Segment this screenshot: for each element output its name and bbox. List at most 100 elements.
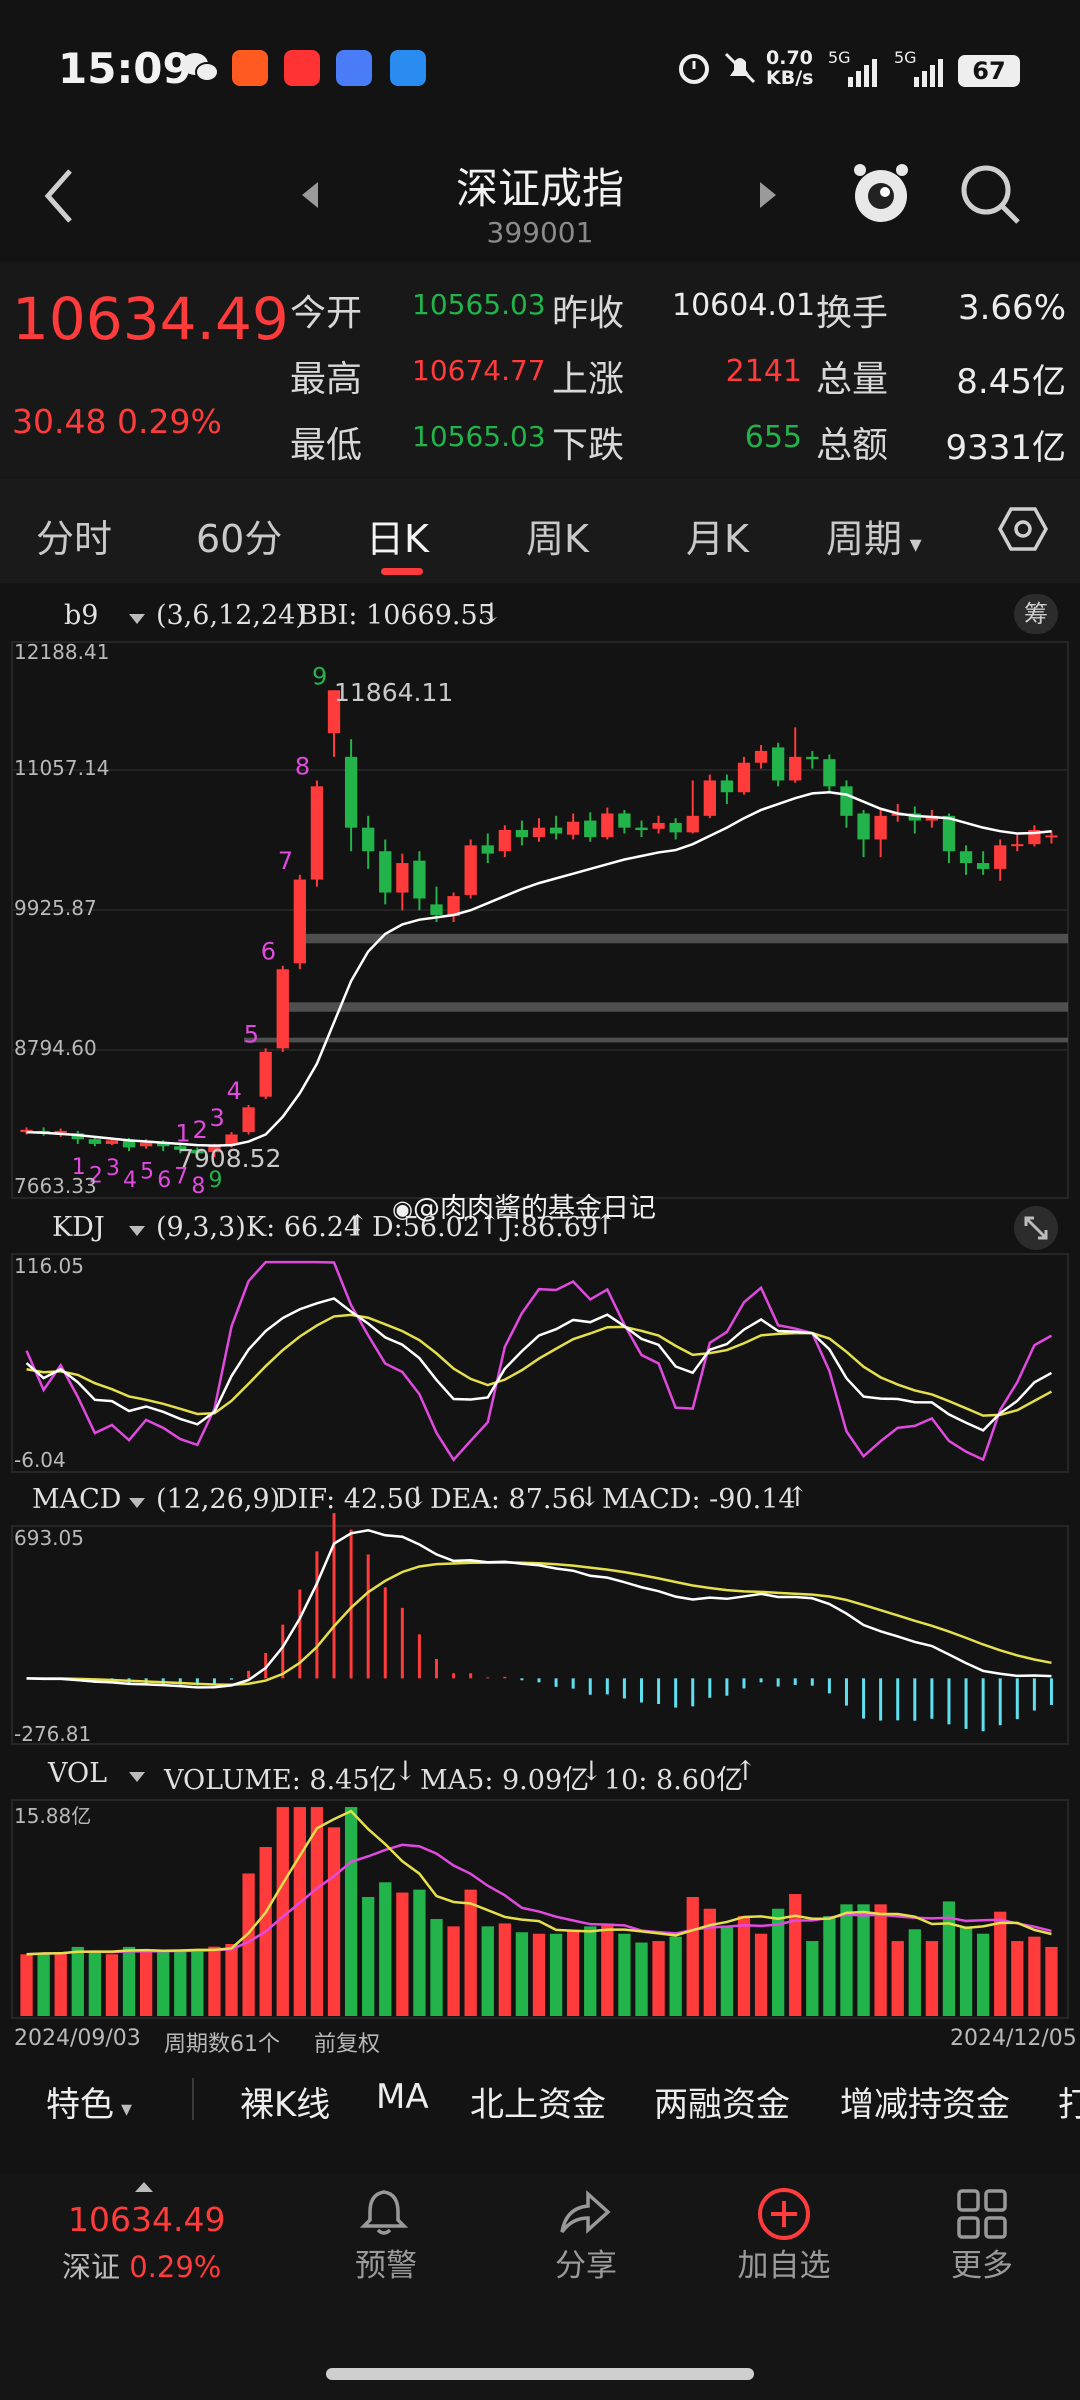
candle-body-35 <box>618 813 631 828</box>
feature-ma[interactable]: MA <box>376 2077 429 2117</box>
up-mark-5: 6 <box>261 938 276 966</box>
nine-turn-marks: 1 2 3 4 5 6 7 8 91 2 3456789 <box>72 662 328 1199</box>
volume-bar-51 <box>891 1941 904 2016</box>
weibo-icon: ◉ <box>392 1195 413 1223</box>
tab-weekly-k[interactable]: 周K <box>526 508 589 563</box>
candle-body-46 <box>806 756 819 760</box>
candle-body-60 <box>1045 835 1058 838</box>
quote-label-2-l3: 总额 <box>816 425 889 466</box>
candle-body-34 <box>601 813 614 838</box>
add-watchlist-button[interactable]: 加自选 <box>704 2240 864 2285</box>
volume-bar-19 <box>344 1807 358 2016</box>
candle-body-29 <box>515 830 529 838</box>
share-icon[interactable] <box>556 2188 612 2242</box>
quote-value-1-v2: 2141 <box>725 354 802 389</box>
feature-northbound[interactable]: 北上资金 <box>470 2077 606 2126</box>
volume-bar-4 <box>88 1951 102 2016</box>
volume-bar-30 <box>532 1933 546 2016</box>
candle-body-20 <box>362 827 375 852</box>
candle-body-45 <box>789 756 802 781</box>
kdj-j-line <box>25 1260 1053 1462</box>
tab-daily-k[interactable]: 日K <box>366 508 429 563</box>
volume-bar-36 <box>635 1942 648 2016</box>
tab-intraday[interactable]: 分时 <box>36 508 112 563</box>
home-indicator[interactable] <box>326 2368 754 2380</box>
down-mark-5: 6 <box>157 1168 171 1193</box>
settings-hex-icon[interactable] <box>998 506 1048 556</box>
y-tick-0: 12188.41 <box>14 640 110 664</box>
support-zone-0 <box>296 933 1068 944</box>
caret-down-icon: ▾ <box>114 2097 133 2122</box>
panel-frame-2 <box>11 1525 1069 1745</box>
volume-bar-31 <box>549 1933 563 2016</box>
kline-chart[interactable]: 1 2 3 4 5 6 7 8 91 2 3456789 <box>0 620 1080 2050</box>
feature-more-cut[interactable]: 打 <box>1058 2077 1080 2126</box>
volume-bar-21 <box>379 1882 392 2016</box>
candle-body-38 <box>669 822 682 833</box>
feature-naked-k[interactable]: 裸K线 <box>240 2077 330 2126</box>
volume-bar-52 <box>908 1929 921 2016</box>
volume-bar-7 <box>139 1951 153 2016</box>
feature-special-label: 特色 <box>46 2085 114 2125</box>
candle-body-48 <box>840 786 853 816</box>
quote-value-1-v1: 10674.77 <box>412 354 546 387</box>
up-mark-7: 8 <box>295 752 310 780</box>
kdj-lines <box>25 1260 1053 1462</box>
down-mark-4: 5 <box>140 1160 154 1185</box>
candle-body-58 <box>1011 844 1024 847</box>
add-watchlist-icon[interactable] <box>756 2186 812 2246</box>
candle-body-23 <box>413 860 426 899</box>
candle-body-44 <box>771 747 785 781</box>
volume-bar-39 <box>686 1896 699 2016</box>
collapse-up-icon[interactable] <box>134 2178 154 2197</box>
volume-bar-55 <box>959 1926 973 2016</box>
tab-period[interactable]: 周期 ▾ <box>826 508 922 563</box>
wechat-icon <box>180 50 219 86</box>
volume-bar-43 <box>754 1933 768 2016</box>
candle-body-16 <box>293 879 307 964</box>
share-button[interactable]: 分享 <box>506 2240 666 2285</box>
up-mark-8: 9 <box>312 662 327 690</box>
feature-margin[interactable]: 两融资金 <box>654 2077 790 2126</box>
candle-body-15 <box>276 969 289 1049</box>
candle-body-30 <box>532 827 546 838</box>
tab-monthly-k[interactable]: 月K <box>686 508 749 563</box>
volume-bar-10 <box>191 1951 204 2016</box>
candle-body-7 <box>139 1142 153 1147</box>
candle-body-39 <box>686 815 699 833</box>
candle-body-22 <box>396 863 409 893</box>
quote-value-0-v3: 3.66% <box>957 288 1066 328</box>
last-price: 10634.49 <box>12 285 289 353</box>
volume-bar-28 <box>498 1923 511 2016</box>
volume-bar-41 <box>720 1926 734 2016</box>
feature-special[interactable]: 特色 ▾ <box>46 2077 132 2126</box>
volume-bar-22 <box>396 1892 409 2016</box>
volume-bar-27 <box>481 1926 494 2016</box>
bottom-price[interactable]: 10634.49 <box>68 2200 225 2239</box>
alert-button[interactable]: 预警 <box>306 2240 466 2285</box>
candle-body-36 <box>635 827 648 831</box>
candle-body-31 <box>549 827 563 834</box>
tab-60min[interactable]: 60分 <box>196 508 282 563</box>
candle-body-49 <box>857 813 870 840</box>
macd-dea-line <box>26 1561 1052 1686</box>
volume-bar-8 <box>157 1949 170 2016</box>
volume-bar-1 <box>37 1952 50 2016</box>
candle-body-47 <box>823 759 836 787</box>
feature-holding-change[interactable]: 增减持资金 <box>840 2077 1010 2126</box>
battery-level: 67 <box>972 57 1006 85</box>
more-grid-icon[interactable] <box>956 2188 1008 2244</box>
volume-bar-23 <box>413 1889 426 2016</box>
bottom-index[interactable]: 深证 0.29% <box>62 2244 221 2286</box>
candle-body-43 <box>754 750 768 763</box>
bbi-line <box>26 790 1052 1147</box>
more-button[interactable]: 更多 <box>902 2240 1062 2285</box>
candle-body-27 <box>481 845 494 854</box>
volume-chart <box>20 1807 1058 2016</box>
panel-frame-0 <box>11 641 1069 1199</box>
status-bar: 15:09 0.70 KB/s 5G 5G 67 <box>0 0 1080 140</box>
y-tick-4: 7663.33 <box>14 1174 97 1198</box>
bell-icon[interactable] <box>358 2186 410 2242</box>
volume-bar-53 <box>925 1941 939 2016</box>
price-change: 30.48 0.29% <box>12 402 222 441</box>
